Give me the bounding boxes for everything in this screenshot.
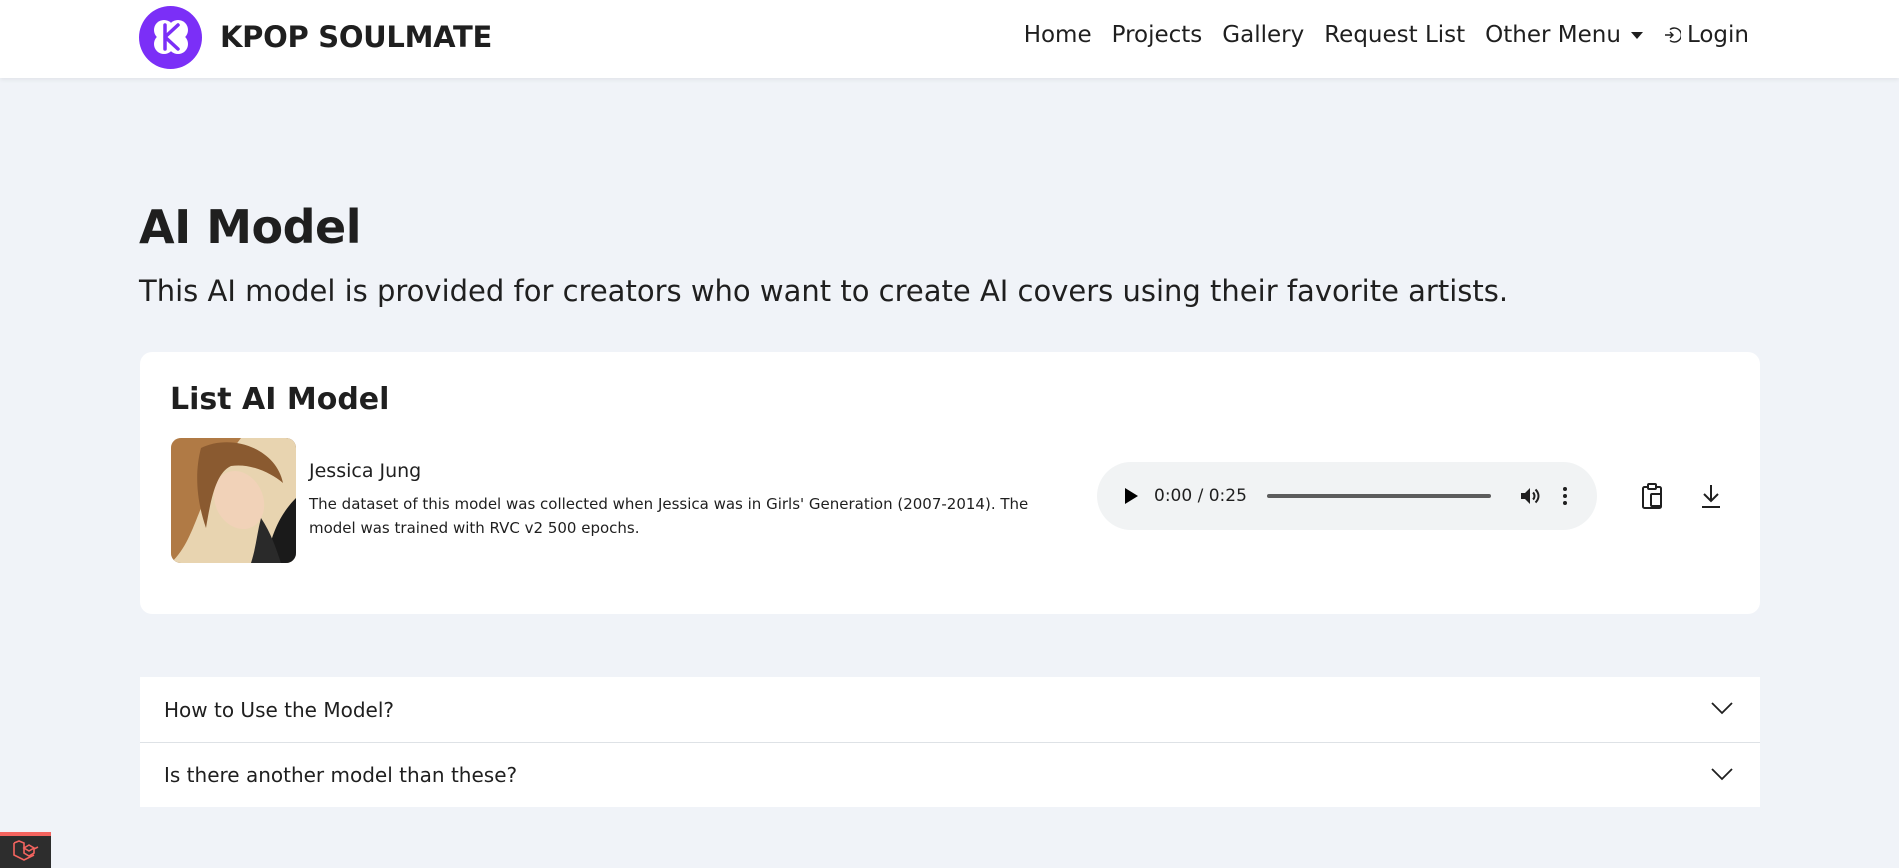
nav-login[interactable]: Login: [1663, 22, 1749, 48]
audio-seek-bar[interactable]: [1266, 494, 1491, 498]
audio-time: 0:00 / 0:25: [1154, 486, 1247, 506]
model-list-title: List AI Model: [170, 382, 390, 417]
faq-item-another-model[interactable]: Is there another model than these?: [140, 742, 1760, 807]
volume-icon[interactable]: [1519, 486, 1541, 506]
kpop-soulmate-logo-icon: [139, 5, 202, 69]
faq-question: Is there another model than these?: [164, 763, 518, 787]
debug-bar-toggle[interactable]: [0, 832, 51, 868]
faq-item-how-to-use[interactable]: How to Use the Model?: [140, 677, 1760, 742]
page-title: AI Model: [139, 200, 362, 254]
model-thumbnail: [171, 438, 296, 563]
main-nav: Home Projects Gallery Request List Other…: [1004, 0, 1749, 70]
clipboard-icon[interactable]: [1640, 482, 1666, 514]
model-list-card: List AI Model Jessica Jung The dataset o…: [140, 352, 1760, 614]
nav-home[interactable]: Home: [1024, 22, 1092, 48]
audio-player: 0:00 / 0:25: [1097, 462, 1597, 530]
nav-request-list[interactable]: Request List: [1324, 22, 1465, 48]
model-name: Jessica Jung: [309, 460, 422, 482]
chevron-down-icon: [1710, 766, 1734, 785]
page-subtitle: This AI model is provided for creators w…: [139, 274, 1509, 308]
nav-other-menu-label: Other Menu: [1485, 22, 1621, 48]
nav-projects[interactable]: Projects: [1112, 22, 1203, 48]
more-options-icon[interactable]: [1562, 486, 1567, 507]
login-icon: [1663, 26, 1681, 44]
brand-link[interactable]: KPOP SOULMATE: [139, 5, 492, 69]
faq-question: How to Use the Model?: [164, 697, 394, 722]
download-icon[interactable]: [1698, 482, 1724, 514]
nav-login-label: Login: [1686, 22, 1749, 48]
model-description: The dataset of this model was collected …: [309, 495, 1029, 537]
play-icon[interactable]: [1125, 488, 1138, 504]
nav-gallery[interactable]: Gallery: [1222, 22, 1304, 48]
nav-other-menu-dropdown[interactable]: Other Menu: [1485, 22, 1643, 48]
chevron-down-icon: [1710, 700, 1734, 719]
navbar: KPOP SOULMATE Home Projects Gallery Requ…: [0, 0, 1899, 78]
faq-accordion: How to Use the Model? Is there another m…: [140, 677, 1760, 807]
caret-down-icon: [1630, 31, 1643, 39]
laravel-icon: [12, 839, 40, 865]
brand-name: KPOP SOULMATE: [220, 20, 493, 54]
